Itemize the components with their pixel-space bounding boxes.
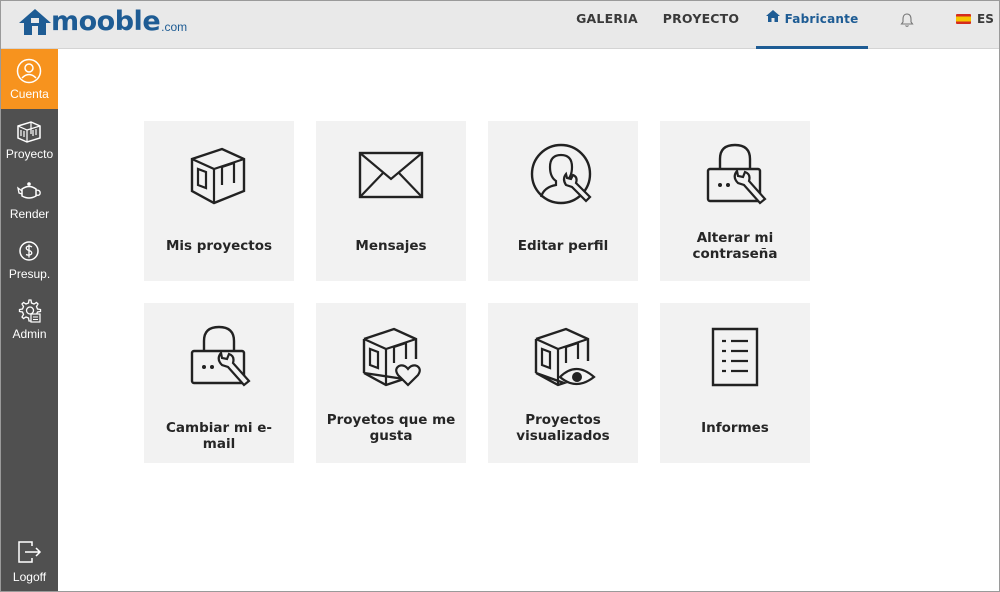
tile-label: Proyectos visualizados xyxy=(516,412,610,444)
language-code: ES xyxy=(977,12,994,26)
sidebar-item-proyecto[interactable]: Proyecto xyxy=(1,109,58,169)
tile-alterar-contrasena[interactable]: Alterar mi contraseña xyxy=(660,121,810,281)
sidebar-item-cuenta[interactable]: Cuenta xyxy=(1,49,58,109)
logo-suffix: .com xyxy=(161,20,188,34)
sidebar-item-label: Render xyxy=(9,207,50,221)
nav-proyecto[interactable]: PROYECTO xyxy=(657,1,745,49)
sidebar-item-admin[interactable]: Admin xyxy=(1,289,58,349)
mooble-logo[interactable]: mooble .com xyxy=(17,5,187,37)
language-selector[interactable]: ES xyxy=(956,12,994,26)
user-circle-icon xyxy=(16,58,42,84)
logo-text: mooble xyxy=(51,6,161,37)
tile-label: Proyetos que me gusta xyxy=(326,412,456,444)
sidebar-item-render[interactable]: Render xyxy=(1,169,58,229)
sidebar-item-label: Presup. xyxy=(8,267,51,281)
tile-label: Cambiar mi e-mail xyxy=(166,420,272,452)
sidebar-item-logoff[interactable]: Logoff xyxy=(1,532,58,591)
tile-informes[interactable]: Informes xyxy=(660,303,810,463)
tile-editar-perfil[interactable]: Editar perfil xyxy=(488,121,638,281)
logoff-icon xyxy=(18,541,42,563)
box-icon xyxy=(17,121,41,143)
house-logo-icon xyxy=(19,9,51,35)
tile-cambiar-email[interactable]: Cambiar mi e-mail xyxy=(144,303,294,463)
lock-wrench-icon xyxy=(190,325,251,387)
gear-icon xyxy=(18,299,42,323)
sidebar-item-label: Admin xyxy=(12,327,47,341)
nav-fabricante[interactable]: Fabricante xyxy=(756,1,868,49)
tile-proyectos-visualizados[interactable]: Proyectos visualizados xyxy=(488,303,638,463)
top-header: mooble .com GALERIA PROYECTO Fabricante … xyxy=(1,1,999,49)
project-box-icon xyxy=(190,147,246,205)
home-icon xyxy=(765,10,780,22)
logoff-label: Logoff xyxy=(12,570,47,584)
nav-fabricante-label: Fabricante xyxy=(784,12,859,26)
sidebar: Cuenta Proyecto Render Presup. Admin Log… xyxy=(1,49,58,591)
app-frame: mooble .com GALERIA PROYECTO Fabricante … xyxy=(0,0,1000,592)
lock-wrench-icon xyxy=(706,143,767,205)
dollar-icon xyxy=(19,241,39,261)
sidebar-item-label: Proyecto xyxy=(5,147,54,161)
envelope-icon xyxy=(358,151,424,199)
edit-profile-icon xyxy=(530,143,592,205)
box-eye-icon xyxy=(534,327,596,387)
tile-label: Mensajes xyxy=(355,238,427,254)
tile-label: Informes xyxy=(701,420,769,436)
teapot-icon xyxy=(17,182,41,199)
tile-proyetos-gusta[interactable]: Proyetos que me gusta xyxy=(316,303,466,463)
box-heart-icon xyxy=(362,327,421,387)
active-tab-underline xyxy=(756,46,868,49)
nav-galeria[interactable]: GALERIA xyxy=(571,1,643,49)
bell-icon[interactable] xyxy=(899,12,915,28)
sidebar-item-presup[interactable]: Presup. xyxy=(1,229,58,289)
tile-label: Alterar mi contraseña xyxy=(692,230,778,262)
tile-label: Editar perfil xyxy=(517,238,609,254)
document-list-icon xyxy=(711,327,759,387)
tile-mis-proyectos[interactable]: Mis proyectos xyxy=(144,121,294,281)
tile-mensajes[interactable]: Mensajes xyxy=(316,121,466,281)
spain-flag-icon xyxy=(956,14,971,24)
tile-label: Mis proyectos xyxy=(165,238,273,254)
sidebar-item-label: Cuenta xyxy=(10,87,49,101)
